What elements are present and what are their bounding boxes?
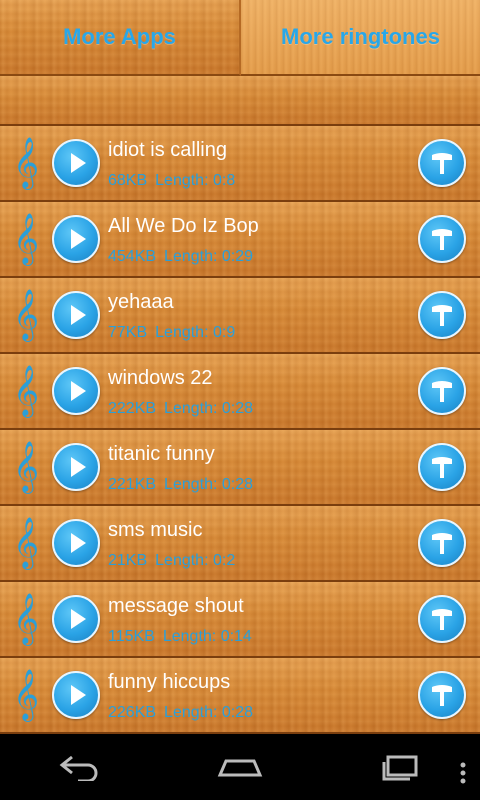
- tab-bar: More Apps More ringtones: [0, 0, 480, 76]
- play-button[interactable]: [52, 215, 100, 263]
- ringtone-meta: 222KB Length: 0:28: [108, 400, 418, 418]
- ringtone-size: 115KB: [108, 627, 155, 645]
- ringtone-title: sms music: [108, 518, 203, 541]
- overflow-menu-button[interactable]: [460, 762, 466, 789]
- treble-clef-icon: 𝄞: [12, 137, 39, 188]
- ringtone-size: 221KB: [108, 475, 157, 493]
- back-icon: [59, 755, 98, 781]
- list-item[interactable]: 𝄞 message shout 115KB Length: 0:14: [0, 582, 480, 658]
- ringtone-title: idiot is calling: [108, 138, 227, 161]
- set-ringtone-button[interactable]: [418, 595, 466, 643]
- ringtone-meta: 226KB Length: 0:28: [108, 704, 418, 722]
- list-item[interactable]: 𝄞 All We Do Iz Bop 454KB Length: 0:29: [0, 202, 480, 278]
- hammer-icon: [432, 229, 452, 250]
- ringtone-meta: 21KB Length: 0:2: [108, 552, 418, 570]
- ringtone-meta: 221KB Length: 0:28: [108, 476, 418, 494]
- ringtone-length: Length: 0:29: [164, 247, 254, 265]
- hammer-icon: [432, 457, 452, 478]
- set-ringtone-button[interactable]: [418, 139, 466, 187]
- treble-clef-icon: 𝄞: [12, 669, 39, 720]
- ringtone-length: Length: 0:28: [164, 703, 254, 721]
- play-button[interactable]: [52, 519, 100, 567]
- home-button[interactable]: [210, 747, 270, 787]
- ringtone-meta: 77KB Length: 0:9: [108, 324, 418, 342]
- recent-apps-button[interactable]: [370, 747, 430, 787]
- set-ringtone-button[interactable]: [418, 519, 466, 567]
- hammer-icon: [432, 153, 452, 174]
- ringtone-info: message shout 115KB Length: 0:14: [108, 593, 418, 646]
- ringtone-info: idiot is calling 68KB Length: 0:8: [108, 137, 418, 190]
- system-navigation-bar: [0, 734, 480, 800]
- treble-clef-icon: 𝄞: [12, 517, 39, 568]
- list-item[interactable]: 𝄞 yehaaa 77KB Length: 0:9: [0, 278, 480, 354]
- ringtone-length: Length: 0:28: [164, 399, 254, 417]
- ringtone-length: Length: 0:14: [162, 627, 252, 645]
- ringtone-meta: 454KB Length: 0:29: [108, 248, 418, 266]
- overflow-menu-icon: [460, 762, 466, 784]
- set-ringtone-button[interactable]: [418, 443, 466, 491]
- ringtone-title: windows 22: [108, 366, 213, 389]
- tab-more-apps[interactable]: More Apps: [0, 0, 241, 76]
- play-button[interactable]: [52, 595, 100, 643]
- ringtone-info: yehaaa 77KB Length: 0:9: [108, 289, 418, 342]
- treble-clef-icon: 𝄞: [12, 593, 39, 644]
- treble-clef-icon: 𝄞: [12, 213, 39, 264]
- list-item[interactable]: 𝄞 funny hiccups 226KB Length: 0:28: [0, 658, 480, 734]
- play-button[interactable]: [52, 291, 100, 339]
- ringtone-info: All We Do Iz Bop 454KB Length: 0:29: [108, 213, 418, 266]
- ringtone-meta: 68KB Length: 0:8: [108, 172, 418, 190]
- play-button[interactable]: [52, 443, 100, 491]
- set-ringtone-button[interactable]: [418, 291, 466, 339]
- home-icon: [217, 759, 263, 777]
- treble-clef-icon: 𝄞: [12, 441, 39, 492]
- ringtone-size: 222KB: [108, 399, 157, 417]
- ringtone-info: windows 22 222KB Length: 0:28: [108, 365, 418, 418]
- header-strip: [0, 76, 480, 126]
- set-ringtone-button[interactable]: [418, 367, 466, 415]
- ringtone-size: 68KB: [108, 171, 148, 189]
- ringtone-list[interactable]: 𝄞 idiot is calling 68KB Length: 0:8 𝄞 All…: [0, 126, 480, 734]
- play-button[interactable]: [52, 671, 100, 719]
- hammer-icon: [432, 305, 452, 326]
- ringtone-length: Length: 0:2: [155, 551, 236, 569]
- ringtone-meta: 115KB Length: 0:14: [108, 628, 418, 646]
- list-item[interactable]: 𝄞 windows 22 222KB Length: 0:28: [0, 354, 480, 430]
- ringtone-title: yehaaa: [108, 290, 174, 313]
- play-button[interactable]: [52, 139, 100, 187]
- treble-clef-icon: 𝄞: [12, 289, 39, 340]
- ringtone-info: funny hiccups 226KB Length: 0:28: [108, 669, 418, 722]
- hammer-icon: [432, 685, 452, 706]
- ringtone-title: funny hiccups: [108, 670, 231, 693]
- set-ringtone-button[interactable]: [418, 671, 466, 719]
- list-item[interactable]: 𝄞 idiot is calling 68KB Length: 0:8: [0, 126, 480, 202]
- ringtone-info: sms music 21KB Length: 0:2: [108, 517, 418, 570]
- tab-more-ringtones[interactable]: More ringtones: [241, 0, 480, 76]
- play-button[interactable]: [52, 367, 100, 415]
- ringtone-size: 454KB: [108, 247, 157, 265]
- hammer-icon: [432, 381, 452, 402]
- list-item[interactable]: 𝄞 sms music 21KB Length: 0:2: [0, 506, 480, 582]
- ringtone-size: 77KB: [108, 323, 148, 341]
- ringtone-length: Length: 0:9: [155, 323, 236, 341]
- back-button[interactable]: [50, 747, 110, 787]
- ringtone-info: titanic funny 221KB Length: 0:28: [108, 441, 418, 494]
- hammer-icon: [432, 609, 452, 630]
- set-ringtone-button[interactable]: [418, 215, 466, 263]
- ringtone-title: titanic funny: [108, 442, 215, 465]
- list-item[interactable]: 𝄞 titanic funny 221KB Length: 0:28: [0, 430, 480, 506]
- ringtone-title: All We Do Iz Bop: [108, 214, 259, 237]
- ringtone-title: message shout: [108, 594, 244, 617]
- treble-clef-icon: 𝄞: [12, 365, 39, 416]
- ringtone-length: Length: 0:8: [155, 171, 236, 189]
- ringtone-size: 21KB: [108, 551, 148, 569]
- hammer-icon: [432, 533, 452, 554]
- ringtone-size: 226KB: [108, 703, 157, 721]
- recent-apps-icon: [382, 755, 418, 781]
- ringtone-length: Length: 0:28: [164, 475, 254, 493]
